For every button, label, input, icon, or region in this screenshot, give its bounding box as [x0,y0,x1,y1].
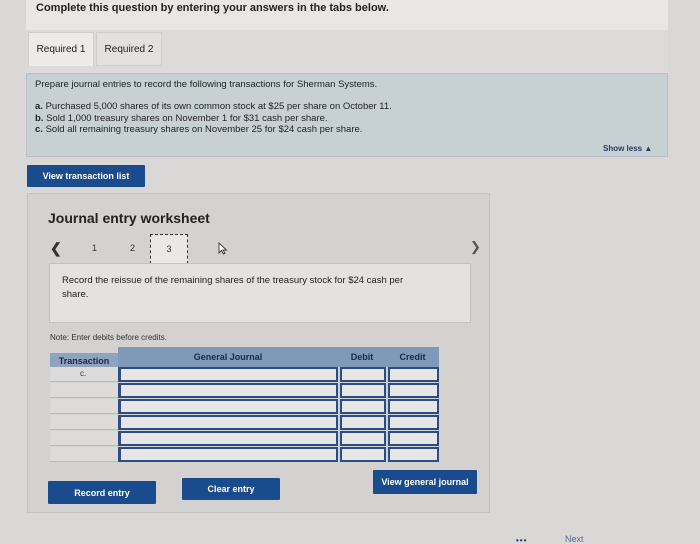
account-input[interactable] [118,399,338,414]
debit-input[interactable] [340,415,386,430]
chevron-left-icon[interactable]: ❮ [50,240,62,257]
entry-prompt-text: Record the reissue of the remaining shar… [62,275,404,300]
header-credit: Credit [386,347,439,367]
account-input[interactable] [118,431,338,446]
entry-prompt-box: Record the reissue of the remaining shar… [49,263,471,323]
table-row [50,383,439,398]
question-item-a: a. Purchased 5,000 shares of its own com… [35,101,392,112]
transaction-cell [50,447,118,462]
transaction-cell [50,415,118,430]
credit-input[interactable] [388,399,439,414]
question-info-panel: Prepare journal entries to record the fo… [26,73,668,157]
debit-input[interactable] [340,383,386,398]
tab-required-2[interactable]: Required 2 [96,32,162,66]
table-row [50,447,439,462]
debit-input[interactable] [340,399,386,414]
transaction-cell [50,383,118,398]
account-input[interactable] [118,383,338,398]
transaction-cell [50,431,118,446]
header-general-journal: General Journal [118,347,338,367]
debit-input[interactable] [340,447,386,462]
tab-required-1[interactable]: Required 1 [28,32,94,66]
view-general-journal-button[interactable]: View general journal [373,470,477,494]
worksheet-title: Journal entry worksheet [48,210,210,226]
debit-credit-note: Note: Enter debits before credits. [50,333,167,342]
page-1-button[interactable]: 1 [92,243,97,253]
table-row [50,415,439,430]
credit-input[interactable] [388,415,439,430]
account-input[interactable] [118,415,338,430]
tab-bar: Required 1 Required 2 [26,30,668,74]
question-item-c: c. Sold all remaining treasury shares on… [35,124,363,135]
question-item-b: b. Sold 1,000 treasury shares on Novembe… [35,113,328,124]
view-transaction-list-button[interactable]: View transaction list [27,165,145,187]
debit-input[interactable] [340,367,386,382]
account-input[interactable] [118,447,338,462]
clear-entry-button[interactable]: Clear entry [182,478,280,500]
mouse-cursor-icon [218,242,228,255]
credit-input[interactable] [388,367,439,382]
header-debit: Debit [338,347,386,367]
transaction-cell: c. [50,367,118,382]
next-button[interactable]: Next [565,534,584,544]
account-input[interactable] [118,367,338,382]
credit-input[interactable] [388,447,439,462]
page-3-button[interactable]: 3 [150,234,188,264]
credit-input[interactable] [388,431,439,446]
chevron-right-icon[interactable]: ❯ [470,239,481,255]
more-icon[interactable]: ••• [516,536,527,544]
transaction-cell [50,399,118,414]
table-row [50,431,439,446]
table-row [50,399,439,414]
show-less-link[interactable]: Show less ▲ [603,144,652,153]
credit-input[interactable] [388,383,439,398]
record-entry-button[interactable]: Record entry [48,481,156,504]
journal-entry-worksheet: Journal entry worksheet ❮ 1 2 3 ❯ Record… [27,193,490,513]
table-row: c. [50,367,439,382]
instruction-text: Complete this question by entering your … [36,2,389,14]
page-2-button[interactable]: 2 [130,243,135,253]
debit-input[interactable] [340,431,386,446]
question-lead: Prepare journal entries to record the fo… [35,79,378,90]
